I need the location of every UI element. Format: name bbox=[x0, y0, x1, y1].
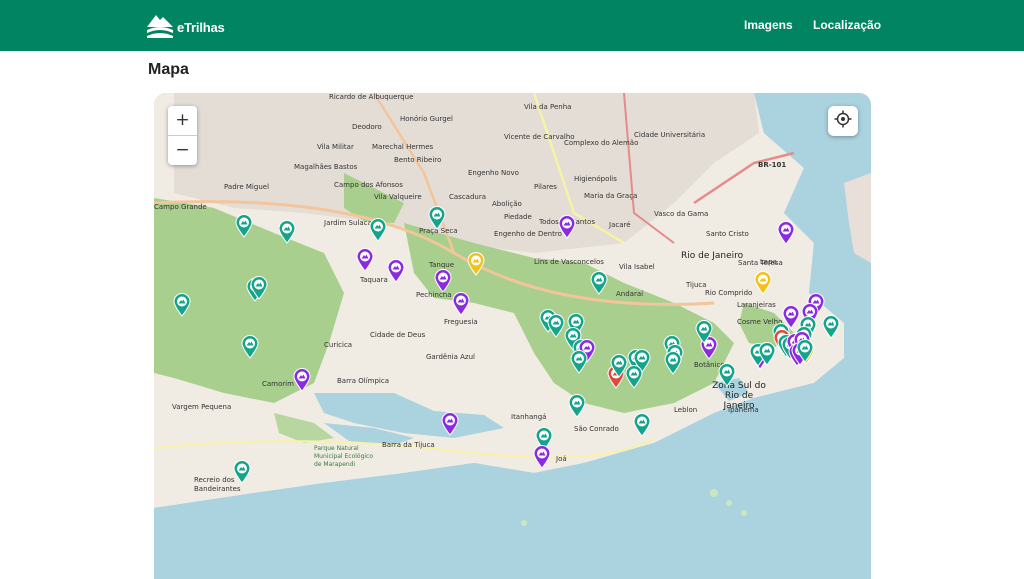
map-label: Santo Cristo bbox=[706, 230, 749, 238]
map-label: Vila Militar bbox=[317, 143, 354, 151]
map-label: Cidade de Deus bbox=[370, 331, 426, 339]
map-label: Magalhães Bastos bbox=[294, 163, 358, 171]
map-label: Campo dos Afonsos bbox=[334, 181, 403, 189]
locate-button[interactable] bbox=[828, 106, 858, 136]
map-label: Tanque bbox=[429, 261, 455, 269]
trail-marker-teal[interactable] bbox=[173, 293, 191, 317]
brand-logo-link[interactable]: eTrilhas bbox=[145, 9, 225, 41]
map-label: Ipanema bbox=[728, 406, 759, 414]
map-label: Campo Grande bbox=[154, 203, 207, 211]
map-label: Curicica bbox=[324, 341, 353, 349]
map-label: São Conrado bbox=[574, 425, 619, 433]
map-label: Barra da Tijuca bbox=[382, 441, 435, 449]
map-label: Marechal Hermes bbox=[372, 143, 434, 151]
map-label: Higienópolis bbox=[574, 175, 617, 183]
map-label: Laranjeiras bbox=[737, 301, 776, 309]
trail-marker-purple[interactable] bbox=[452, 292, 470, 316]
map-label: Barra Olímpica bbox=[337, 377, 389, 385]
map-label: Itanhangá bbox=[511, 413, 547, 421]
map-label: Honório Gurgel bbox=[400, 115, 453, 123]
trail-marker-teal[interactable] bbox=[233, 460, 251, 484]
zoom-out-button[interactable]: − bbox=[168, 135, 197, 165]
map-label: Vargem Pequena bbox=[172, 403, 232, 411]
trail-marker-purple[interactable] bbox=[441, 412, 459, 436]
map-label: Andaraí bbox=[616, 290, 644, 298]
map-label: Gardênia Azul bbox=[426, 353, 475, 361]
map-label: Piedade bbox=[504, 213, 532, 221]
trail-marker-purple[interactable] bbox=[434, 269, 452, 293]
trail-marker-teal[interactable] bbox=[369, 218, 387, 242]
trail-marker-teal[interactable] bbox=[822, 315, 840, 339]
map-label: Lins de Vasconcelos bbox=[534, 258, 604, 266]
trail-marker-teal[interactable] bbox=[796, 339, 814, 363]
map-label: Jacaré bbox=[609, 221, 631, 229]
trail-marker-teal[interactable] bbox=[718, 363, 736, 387]
map-label: Tijuca bbox=[686, 281, 707, 289]
zoom-control: + − bbox=[168, 106, 197, 165]
map-label: Engenho Novo bbox=[468, 169, 519, 177]
map-label: Vasco da Gama bbox=[654, 210, 709, 218]
map-label: Vila da Penha bbox=[524, 103, 572, 111]
map-label: Ricardo de Albuquerque bbox=[329, 93, 414, 101]
map-label: Leblon bbox=[674, 406, 698, 414]
trail-marker-yellow[interactable] bbox=[754, 271, 772, 295]
zoom-in-button[interactable]: + bbox=[168, 106, 197, 135]
trail-marker-teal[interactable] bbox=[241, 335, 259, 359]
trail-marker-teal[interactable] bbox=[664, 351, 682, 375]
map-label: Bento Ribeiro bbox=[394, 156, 442, 164]
map-label: Vila Valqueire bbox=[374, 193, 422, 201]
map-label: Rio Comprido bbox=[705, 289, 753, 297]
trail-marker-purple[interactable] bbox=[293, 368, 311, 392]
trail-marker-yellow[interactable] bbox=[467, 252, 485, 276]
trail-marker-purple[interactable] bbox=[777, 221, 795, 245]
map-label: Joá bbox=[556, 455, 567, 463]
map-label: Abolição bbox=[492, 200, 522, 208]
brand-name: eTrilhas bbox=[177, 20, 225, 35]
map-label: Cascadura bbox=[449, 193, 487, 201]
trail-marker-teal[interactable] bbox=[547, 314, 565, 338]
trail-marker-teal[interactable] bbox=[758, 342, 776, 366]
trail-marker-teal[interactable] bbox=[625, 365, 643, 389]
trail-marker-teal[interactable] bbox=[695, 320, 713, 344]
map-label: Freguesia bbox=[444, 318, 478, 326]
trail-marker-purple[interactable] bbox=[558, 215, 576, 239]
map-label: BR-101 bbox=[758, 161, 787, 169]
trail-marker-teal[interactable] bbox=[235, 214, 253, 238]
map-label: Lapa bbox=[760, 258, 777, 266]
map-label: Rio de Janeiro bbox=[681, 251, 744, 261]
trail-marker-teal[interactable] bbox=[590, 271, 608, 295]
map-label: Padre Miguel bbox=[224, 183, 270, 191]
map-label: Pilares bbox=[534, 183, 557, 191]
trail-marker-teal[interactable] bbox=[633, 413, 651, 437]
map-label: Camorim bbox=[262, 380, 294, 388]
map-label: Parque Natural Municipal Ecológico de Ma… bbox=[314, 445, 374, 468]
trail-marker-teal[interactable] bbox=[570, 350, 588, 374]
map-label: Vila Isabel bbox=[619, 263, 655, 271]
map-label: Engenho de Dentro bbox=[494, 230, 562, 238]
trail-marker-purple[interactable] bbox=[356, 248, 374, 272]
nav-link-localizacao[interactable]: Localização bbox=[813, 18, 881, 32]
map-label: Deodoro bbox=[352, 123, 382, 131]
map-label: Maria da Graça bbox=[584, 192, 638, 200]
page-title: Mapa bbox=[148, 61, 189, 78]
map-label: Taquara bbox=[360, 276, 388, 284]
map-label: Complexo do Alemão bbox=[564, 139, 639, 147]
trail-marker-teal[interactable] bbox=[568, 394, 586, 418]
top-navbar: eTrilhas Imagens Localização bbox=[0, 0, 1024, 51]
crosshair-icon bbox=[834, 110, 852, 133]
trail-marker-teal[interactable] bbox=[428, 206, 446, 230]
trail-marker-purple[interactable] bbox=[533, 445, 551, 469]
mountain-logo-icon bbox=[145, 10, 175, 40]
trail-marker-teal[interactable] bbox=[278, 220, 296, 244]
trail-map[interactable]: Ricardo de Albuquerque Deodoro Honório G… bbox=[154, 93, 871, 579]
nav-link-imagens[interactable]: Imagens bbox=[744, 18, 793, 32]
map-label: Cidade Universitária bbox=[634, 131, 706, 139]
trail-marker-purple[interactable] bbox=[387, 259, 405, 283]
trail-marker-teal[interactable] bbox=[250, 276, 268, 300]
